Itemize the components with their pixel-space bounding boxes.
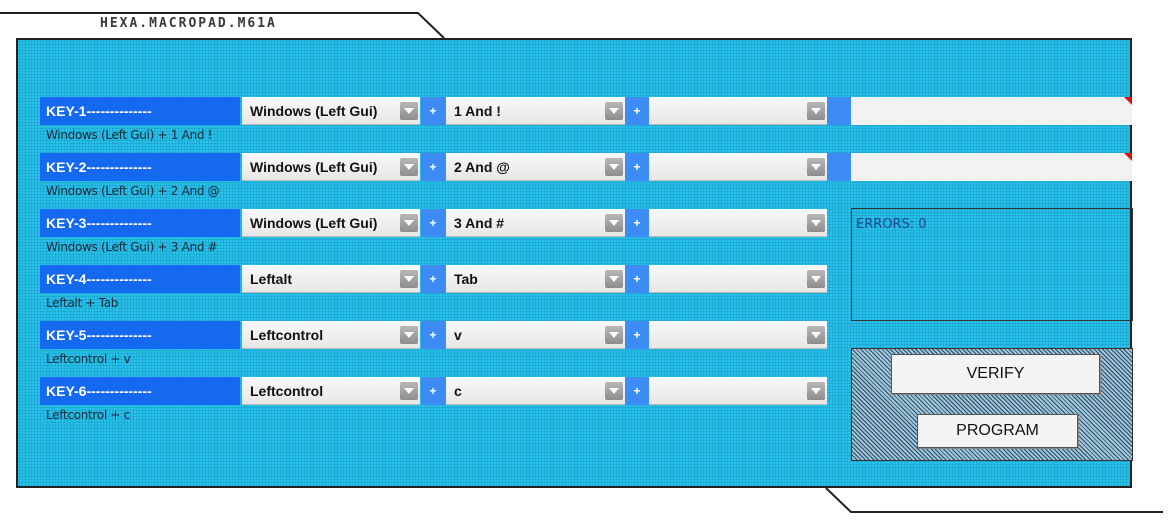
chevron-down-icon[interactable] — [605, 270, 623, 288]
errors-text: ERRORS: 0 — [856, 217, 927, 232]
chevron-down-icon[interactable] — [400, 158, 418, 176]
key-3-modifier-select[interactable]: Windows (Left Gui) — [242, 209, 420, 237]
chevron-down-icon[interactable] — [807, 326, 825, 344]
plus-sign: + — [625, 153, 649, 181]
key-2-key2-select[interactable] — [649, 153, 827, 181]
key-2-summary: Windows (Left Gui) + 2 And @ — [46, 184, 220, 198]
key-2-modifier-select[interactable]: Windows (Left Gui) — [242, 153, 420, 181]
key-6-key2-select[interactable] — [649, 377, 827, 405]
key-4-key1-value: Tab — [454, 271, 478, 287]
key-row-1: KEY-1-------------- Windows (Left Gui) +… — [40, 97, 1132, 125]
key-1-key2-select[interactable] — [649, 97, 827, 125]
plus-sign: + — [421, 153, 445, 181]
key-2-key1-value: 2 And @ — [454, 159, 510, 175]
chevron-down-icon[interactable] — [400, 326, 418, 344]
key-row-5: KEY-5-------------- Leftcontrol + v + — [40, 321, 828, 349]
chevron-down-icon[interactable] — [400, 270, 418, 288]
chevron-down-icon[interactable] — [400, 382, 418, 400]
key-4-key2-select[interactable] — [649, 265, 827, 293]
key-row-2: KEY-2-------------- Windows (Left Gui) +… — [40, 153, 1132, 181]
app-title: HEXA.MACROPAD.M61A — [100, 16, 277, 31]
key-3-modifier-value: Windows (Left Gui) — [250, 215, 378, 231]
key-row-3: KEY-3-------------- Windows (Left Gui) +… — [40, 209, 828, 237]
key-5-label: KEY-5-------------- — [40, 321, 240, 349]
key-row-6: KEY-6-------------- Leftcontrol + c + — [40, 377, 828, 405]
key-2-key1-select[interactable]: 2 And @ — [446, 153, 625, 181]
chevron-down-icon[interactable] — [605, 214, 623, 232]
plus-sign: + — [421, 209, 445, 237]
key-6-modifier-value: Leftcontrol — [250, 383, 324, 399]
key-3-key1-select[interactable]: 3 And # — [446, 209, 625, 237]
chevron-down-icon[interactable] — [400, 102, 418, 120]
key-2-output-field[interactable] — [851, 153, 1132, 181]
key-6-key1-value: c — [454, 383, 462, 399]
errors-box: ERRORS: 0 — [851, 208, 1133, 321]
plus-sign: + — [625, 377, 649, 405]
key-4-key1-select[interactable]: Tab — [446, 265, 625, 293]
chevron-down-icon[interactable] — [807, 382, 825, 400]
key-1-label: KEY-1-------------- — [40, 97, 240, 125]
key-1-key1-select[interactable]: 1 And ! — [446, 97, 625, 125]
key-2-label: KEY-2-------------- — [40, 153, 240, 181]
key-2-modifier-value: Windows (Left Gui) — [250, 159, 378, 175]
chevron-down-icon[interactable] — [807, 158, 825, 176]
key-3-label: KEY-3-------------- — [40, 209, 240, 237]
plus-sign: + — [625, 209, 649, 237]
key-5-key1-value: v — [454, 327, 462, 343]
spacer — [827, 153, 851, 181]
key-6-label: KEY-6-------------- — [40, 377, 240, 405]
key-3-key2-select[interactable] — [649, 209, 827, 237]
key-5-key1-select[interactable]: v — [446, 321, 625, 349]
plus-sign: + — [421, 97, 445, 125]
key-5-modifier-select[interactable]: Leftcontrol — [242, 321, 420, 349]
verify-button[interactable]: VERIFY — [891, 354, 1100, 394]
chevron-down-icon[interactable] — [605, 382, 623, 400]
key-4-summary: Leftalt + Tab — [46, 296, 119, 310]
key-4-label: KEY-4-------------- — [40, 265, 240, 293]
key-5-summary: Leftcontrol + v — [46, 352, 131, 366]
key-3-summary: Windows (Left Gui) + 3 And # — [46, 240, 218, 254]
plus-sign: + — [625, 265, 649, 293]
chevron-down-icon[interactable] — [605, 158, 623, 176]
key-3-key1-value: 3 And # — [454, 215, 505, 231]
plus-sign: + — [421, 265, 445, 293]
chevron-down-icon[interactable] — [605, 326, 623, 344]
chevron-down-icon[interactable] — [605, 102, 623, 120]
plus-sign: + — [625, 321, 649, 349]
program-button[interactable]: PROGRAM — [917, 414, 1078, 448]
key-1-key1-value: 1 And ! — [454, 103, 501, 119]
action-panel: VERIFY PROGRAM — [851, 348, 1133, 461]
chevron-down-icon[interactable] — [400, 214, 418, 232]
key-4-modifier-value: Leftalt — [250, 271, 292, 287]
key-1-modifier-value: Windows (Left Gui) — [250, 103, 378, 119]
key-1-output-field[interactable] — [851, 97, 1132, 125]
chevron-down-icon[interactable] — [807, 270, 825, 288]
key-5-modifier-value: Leftcontrol — [250, 327, 324, 343]
spacer — [827, 97, 851, 125]
key-row-4: KEY-4-------------- Leftalt + Tab + — [40, 265, 828, 293]
key-1-modifier-select[interactable]: Windows (Left Gui) — [242, 97, 420, 125]
key-6-key1-select[interactable]: c — [446, 377, 625, 405]
chevron-down-icon[interactable] — [807, 214, 825, 232]
plus-sign: + — [421, 321, 445, 349]
key-4-modifier-select[interactable]: Leftalt — [242, 265, 420, 293]
key-5-key2-select[interactable] — [649, 321, 827, 349]
plus-sign: + — [625, 97, 649, 125]
chevron-down-icon[interactable] — [807, 102, 825, 120]
plus-sign: + — [421, 377, 445, 405]
key-6-summary: Leftcontrol + c — [46, 408, 130, 422]
key-1-summary: Windows (Left Gui) + 1 And ! — [46, 128, 213, 142]
key-6-modifier-select[interactable]: Leftcontrol — [242, 377, 420, 405]
